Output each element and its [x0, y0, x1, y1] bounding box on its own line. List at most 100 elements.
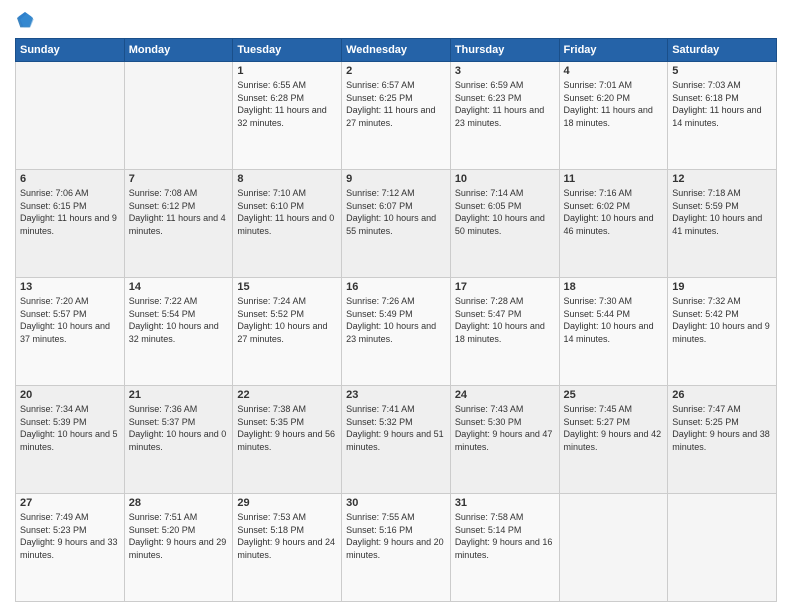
weekday-header: Monday: [124, 39, 233, 62]
calendar-cell: 18 Sunrise: 7:30 AMSunset: 5:44 PMDaylig…: [559, 278, 668, 386]
day-number: 18: [564, 281, 664, 293]
day-detail: Sunrise: 7:01 AMSunset: 6:20 PMDaylight:…: [564, 80, 653, 128]
calendar-week-row: 6 Sunrise: 7:06 AMSunset: 6:15 PMDayligh…: [16, 170, 777, 278]
day-number: 20: [20, 389, 120, 401]
calendar-cell: 10 Sunrise: 7:14 AMSunset: 6:05 PMDaylig…: [450, 170, 559, 278]
day-detail: Sunrise: 7:08 AMSunset: 6:12 PMDaylight:…: [129, 188, 226, 236]
day-number: 14: [129, 281, 229, 293]
calendar-cell: 31 Sunrise: 7:58 AMSunset: 5:14 PMDaylig…: [450, 494, 559, 602]
day-number: 30: [346, 497, 446, 509]
calendar-cell: 28 Sunrise: 7:51 AMSunset: 5:20 PMDaylig…: [124, 494, 233, 602]
calendar-cell: [16, 62, 125, 170]
day-number: 12: [672, 173, 772, 185]
weekday-header: Saturday: [668, 39, 777, 62]
calendar-cell: 3 Sunrise: 6:59 AMSunset: 6:23 PMDayligh…: [450, 62, 559, 170]
day-number: 5: [672, 65, 772, 77]
calendar-cell: 16 Sunrise: 7:26 AMSunset: 5:49 PMDaylig…: [342, 278, 451, 386]
day-number: 13: [20, 281, 120, 293]
day-number: 29: [237, 497, 337, 509]
day-detail: Sunrise: 7:22 AMSunset: 5:54 PMDaylight:…: [129, 296, 219, 344]
day-detail: Sunrise: 7:12 AMSunset: 6:07 PMDaylight:…: [346, 188, 436, 236]
calendar-cell: 17 Sunrise: 7:28 AMSunset: 5:47 PMDaylig…: [450, 278, 559, 386]
logo-icon: [15, 10, 35, 30]
day-detail: Sunrise: 6:55 AMSunset: 6:28 PMDaylight:…: [237, 80, 326, 128]
weekday-header: Tuesday: [233, 39, 342, 62]
day-number: 21: [129, 389, 229, 401]
day-detail: Sunrise: 7:38 AMSunset: 5:35 PMDaylight:…: [237, 404, 335, 452]
day-detail: Sunrise: 7:26 AMSunset: 5:49 PMDaylight:…: [346, 296, 436, 344]
day-number: 6: [20, 173, 120, 185]
calendar-cell: 21 Sunrise: 7:36 AMSunset: 5:37 PMDaylig…: [124, 386, 233, 494]
day-detail: Sunrise: 6:57 AMSunset: 6:25 PMDaylight:…: [346, 80, 435, 128]
day-number: 31: [455, 497, 555, 509]
calendar-cell: 15 Sunrise: 7:24 AMSunset: 5:52 PMDaylig…: [233, 278, 342, 386]
calendar-cell: 23 Sunrise: 7:41 AMSunset: 5:32 PMDaylig…: [342, 386, 451, 494]
weekday-header: Wednesday: [342, 39, 451, 62]
calendar-cell: 26 Sunrise: 7:47 AMSunset: 5:25 PMDaylig…: [668, 386, 777, 494]
day-number: 26: [672, 389, 772, 401]
calendar-cell: 22 Sunrise: 7:38 AMSunset: 5:35 PMDaylig…: [233, 386, 342, 494]
calendar-cell: 29 Sunrise: 7:53 AMSunset: 5:18 PMDaylig…: [233, 494, 342, 602]
calendar-cell: 24 Sunrise: 7:43 AMSunset: 5:30 PMDaylig…: [450, 386, 559, 494]
day-number: 9: [346, 173, 446, 185]
day-detail: Sunrise: 7:36 AMSunset: 5:37 PMDaylight:…: [129, 404, 227, 452]
day-detail: Sunrise: 7:32 AMSunset: 5:42 PMDaylight:…: [672, 296, 770, 344]
calendar-cell: 27 Sunrise: 7:49 AMSunset: 5:23 PMDaylig…: [16, 494, 125, 602]
calendar-cell: 30 Sunrise: 7:55 AMSunset: 5:16 PMDaylig…: [342, 494, 451, 602]
day-detail: Sunrise: 7:53 AMSunset: 5:18 PMDaylight:…: [237, 512, 335, 560]
header: [15, 10, 777, 30]
day-number: 15: [237, 281, 337, 293]
calendar-week-row: 20 Sunrise: 7:34 AMSunset: 5:39 PMDaylig…: [16, 386, 777, 494]
calendar-cell: 6 Sunrise: 7:06 AMSunset: 6:15 PMDayligh…: [16, 170, 125, 278]
day-detail: Sunrise: 7:45 AMSunset: 5:27 PMDaylight:…: [564, 404, 662, 452]
day-detail: Sunrise: 7:55 AMSunset: 5:16 PMDaylight:…: [346, 512, 444, 560]
day-number: 3: [455, 65, 555, 77]
day-detail: Sunrise: 7:51 AMSunset: 5:20 PMDaylight:…: [129, 512, 227, 560]
calendar-cell: [559, 494, 668, 602]
calendar-cell: [124, 62, 233, 170]
calendar-cell: 9 Sunrise: 7:12 AMSunset: 6:07 PMDayligh…: [342, 170, 451, 278]
calendar-cell: 2 Sunrise: 6:57 AMSunset: 6:25 PMDayligh…: [342, 62, 451, 170]
day-detail: Sunrise: 7:34 AMSunset: 5:39 PMDaylight:…: [20, 404, 118, 452]
day-number: 16: [346, 281, 446, 293]
calendar-cell: 5 Sunrise: 7:03 AMSunset: 6:18 PMDayligh…: [668, 62, 777, 170]
day-detail: Sunrise: 7:28 AMSunset: 5:47 PMDaylight:…: [455, 296, 545, 344]
day-number: 11: [564, 173, 664, 185]
calendar-cell: 11 Sunrise: 7:16 AMSunset: 6:02 PMDaylig…: [559, 170, 668, 278]
day-number: 17: [455, 281, 555, 293]
page: SundayMondayTuesdayWednesdayThursdayFrid…: [0, 0, 792, 612]
day-number: 7: [129, 173, 229, 185]
day-number: 4: [564, 65, 664, 77]
day-detail: Sunrise: 7:30 AMSunset: 5:44 PMDaylight:…: [564, 296, 654, 344]
day-detail: Sunrise: 7:03 AMSunset: 6:18 PMDaylight:…: [672, 80, 761, 128]
calendar-cell: 20 Sunrise: 7:34 AMSunset: 5:39 PMDaylig…: [16, 386, 125, 494]
calendar-cell: 13 Sunrise: 7:20 AMSunset: 5:57 PMDaylig…: [16, 278, 125, 386]
day-detail: Sunrise: 7:41 AMSunset: 5:32 PMDaylight:…: [346, 404, 444, 452]
calendar-cell: 8 Sunrise: 7:10 AMSunset: 6:10 PMDayligh…: [233, 170, 342, 278]
weekday-header: Friday: [559, 39, 668, 62]
calendar-week-row: 1 Sunrise: 6:55 AMSunset: 6:28 PMDayligh…: [16, 62, 777, 170]
calendar-cell: 7 Sunrise: 7:08 AMSunset: 6:12 PMDayligh…: [124, 170, 233, 278]
day-number: 28: [129, 497, 229, 509]
weekday-header: Sunday: [16, 39, 125, 62]
day-number: 8: [237, 173, 337, 185]
day-number: 25: [564, 389, 664, 401]
day-detail: Sunrise: 6:59 AMSunset: 6:23 PMDaylight:…: [455, 80, 544, 128]
calendar-table: SundayMondayTuesdayWednesdayThursdayFrid…: [15, 38, 777, 602]
calendar-cell: 25 Sunrise: 7:45 AMSunset: 5:27 PMDaylig…: [559, 386, 668, 494]
day-detail: Sunrise: 7:49 AMSunset: 5:23 PMDaylight:…: [20, 512, 118, 560]
day-detail: Sunrise: 7:20 AMSunset: 5:57 PMDaylight:…: [20, 296, 110, 344]
day-detail: Sunrise: 7:58 AMSunset: 5:14 PMDaylight:…: [455, 512, 553, 560]
calendar-header-row: SundayMondayTuesdayWednesdayThursdayFrid…: [16, 39, 777, 62]
day-detail: Sunrise: 7:43 AMSunset: 5:30 PMDaylight:…: [455, 404, 553, 452]
day-number: 23: [346, 389, 446, 401]
logo: [15, 10, 39, 30]
day-detail: Sunrise: 7:06 AMSunset: 6:15 PMDaylight:…: [20, 188, 117, 236]
day-number: 22: [237, 389, 337, 401]
day-number: 24: [455, 389, 555, 401]
calendar-cell: 14 Sunrise: 7:22 AMSunset: 5:54 PMDaylig…: [124, 278, 233, 386]
day-number: 1: [237, 65, 337, 77]
calendar-cell: 1 Sunrise: 6:55 AMSunset: 6:28 PMDayligh…: [233, 62, 342, 170]
calendar-cell: 19 Sunrise: 7:32 AMSunset: 5:42 PMDaylig…: [668, 278, 777, 386]
day-detail: Sunrise: 7:14 AMSunset: 6:05 PMDaylight:…: [455, 188, 545, 236]
